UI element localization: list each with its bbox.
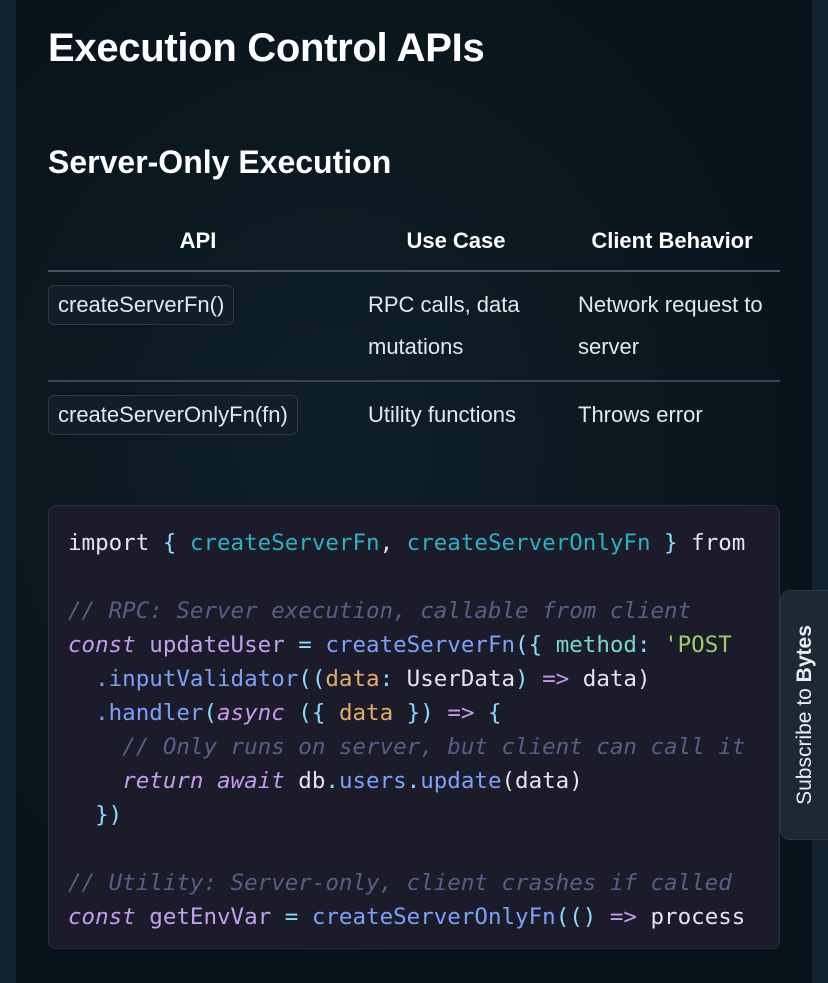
code-token: = [271, 904, 312, 930]
code-token: createServerOnlyFn [311, 904, 556, 930]
code-token: .inputValidator [95, 666, 299, 692]
code-token: await [203, 768, 285, 794]
use-case-cell: Utility functions [368, 402, 516, 427]
column-header-api: API [48, 212, 348, 272]
code-token: data) [569, 666, 651, 692]
code-token: process [636, 904, 746, 930]
code-token: import [68, 530, 163, 556]
code-line: // RPC: Server execution, callable from … [68, 594, 745, 628]
code-token: => [447, 700, 475, 726]
code-token: // Only runs on server, but client can c… [122, 734, 746, 760]
code-token: (() [555, 904, 610, 930]
table-row: createServerFn() RPC calls, data mutatio… [48, 271, 780, 382]
code-token: data [325, 666, 380, 692]
code-line: import { createServerFn, createServerOnl… [68, 526, 745, 560]
code-token: const [68, 904, 136, 930]
code-token: (( [298, 666, 326, 692]
section-heading: Server-Only Execution [48, 144, 392, 180]
code-token: . [325, 768, 339, 794]
code-token: const [68, 632, 136, 658]
code-token: }) [393, 700, 448, 726]
code-token: db [284, 768, 326, 794]
code-token: ({ [284, 700, 339, 726]
column-header-use-case: Use Case [348, 212, 564, 272]
code-token: return [122, 768, 204, 794]
subscribe-brand: Bytes [793, 625, 816, 683]
code-token: . [406, 768, 421, 794]
table-header-row: API Use Case Client Behavior [48, 212, 780, 272]
code-token: // Utility: Server-only, client crashes … [68, 870, 732, 896]
code-token: => [609, 904, 637, 930]
code-token: users [338, 768, 407, 794]
subscribe-tab[interactable]: Subscribe to Bytes [780, 590, 828, 840]
code-line: // Only runs on server, but client can c… [68, 730, 745, 764]
code-token: // RPC: Server execution, callable from … [68, 598, 692, 624]
code-token: createServerOnlyFn [406, 530, 651, 556]
code-token: , [379, 530, 407, 556]
code-line: .handler(async ({ data }) => { [68, 696, 745, 730]
code-token: }) [68, 802, 123, 828]
code-token: = [284, 632, 326, 658]
code-block[interactable]: import { createServerFn, createServerOnl… [48, 505, 780, 949]
code-token: ({ [515, 632, 556, 658]
code-token: method [555, 632, 637, 658]
code-line: const updateUser = createServerFn({ meth… [68, 628, 745, 662]
table-row: createServerOnlyFn(fn) Utility functions… [48, 381, 780, 448]
code-token: .handler [95, 700, 204, 726]
code-token: createServerFn [325, 632, 516, 658]
code-token: from [677, 530, 746, 556]
page-title: Execution Control APIs [48, 26, 485, 70]
code-token: createServerFn [189, 530, 380, 556]
code-token: ) [515, 666, 543, 692]
subscribe-label: Subscribe to Bytes [793, 625, 817, 805]
code-line: }) [68, 798, 745, 832]
code-token: { [162, 530, 190, 556]
client-behavior-cell: Throws error [578, 402, 703, 427]
api-table: API Use Case Client Behavior createServe… [48, 212, 780, 448]
code-token: { [474, 700, 502, 726]
code-token: : [379, 666, 407, 692]
client-behavior-cell: Network request to server [564, 271, 780, 382]
code-token: => [542, 666, 570, 692]
use-case-cell: RPC calls, data mutations [348, 271, 564, 382]
code-token: getEnvVar [135, 904, 272, 930]
code-token: async [217, 700, 285, 726]
code-token: ( [203, 700, 218, 726]
subscribe-prefix: Subscribe to [793, 682, 816, 805]
code-token: : [636, 632, 665, 658]
column-header-client-behavior: Client Behavior [564, 212, 780, 272]
code-token: updateUser [135, 632, 285, 658]
code-token: UserData [406, 666, 516, 692]
code-line: const getEnvVar = createServerOnlyFn(() … [68, 900, 745, 934]
code-token: 'POST [664, 632, 732, 658]
code-line: .inputValidator((data: UserData) => data… [68, 662, 745, 696]
code-token: } [650, 530, 678, 556]
code-token: update [420, 768, 502, 794]
api-code: createServerFn() [48, 285, 235, 325]
code-token: data [338, 700, 394, 726]
code-content: import { createServerFn, createServerOnl… [68, 526, 745, 934]
code-token: (data) [501, 768, 583, 794]
code-line: return await db.users.update(data) [68, 764, 745, 798]
code-line: // Utility: Server-only, client crashes … [68, 866, 745, 900]
api-code: createServerOnlyFn(fn) [48, 395, 298, 435]
